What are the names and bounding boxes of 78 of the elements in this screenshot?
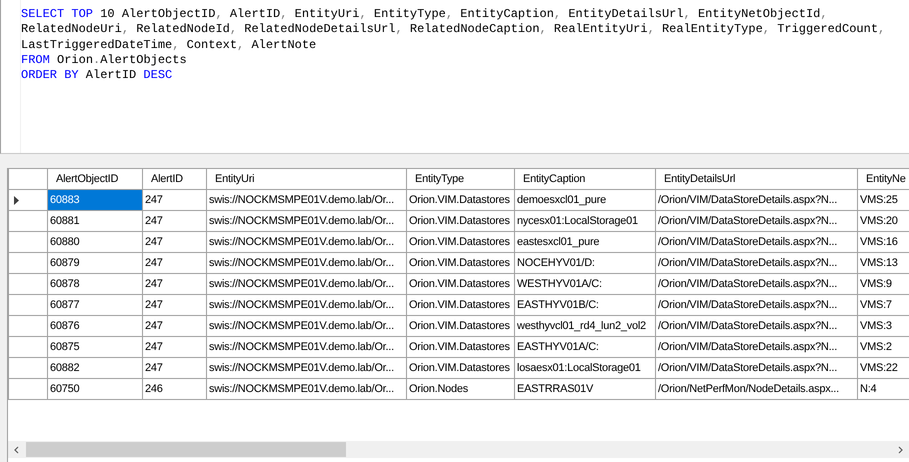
table-cell[interactable]: 247 bbox=[142, 336, 206, 358]
table-cell[interactable]: /Orion/VIM/DataStoreDetails.aspx?N... bbox=[656, 316, 858, 336]
table-cell[interactable]: demoesxcl01_pure bbox=[514, 190, 656, 210]
table-cell[interactable]: Orion.Nodes bbox=[406, 378, 514, 400]
table-cell[interactable]: 60881 bbox=[48, 210, 142, 232]
table-cell[interactable]: NOCEHYV01/D: bbox=[514, 252, 656, 274]
table-cell[interactable]: Orion.VIM.Datastores bbox=[406, 316, 514, 336]
table-cell[interactable]: /Orion/NetPerfMon/NodeDetails.aspx... bbox=[656, 378, 858, 400]
table-cell[interactable]: Orion.VIM.Datastores bbox=[406, 232, 514, 252]
column-header[interactable]: EntityNe bbox=[858, 168, 909, 190]
column-header[interactable]: EntityUri bbox=[206, 168, 406, 190]
scroll-right-icon[interactable] bbox=[896, 446, 904, 454]
table-cell[interactable]: swis://NOCKMSMPE01V.demo.lab/Or... bbox=[206, 336, 406, 358]
table-cell[interactable]: 247 bbox=[142, 316, 206, 336]
table-cell[interactable]: 60878 bbox=[48, 274, 142, 294]
table-cell[interactable]: nycesx01:LocalStorage01 bbox=[514, 210, 656, 232]
table-cell[interactable]: swis://NOCKMSMPE01V.demo.lab/Or... bbox=[206, 316, 406, 336]
table-cell[interactable]: /Orion/VIM/DataStoreDetails.aspx?N... bbox=[656, 190, 858, 210]
table-cell[interactable]: 247 bbox=[142, 358, 206, 378]
table-cell[interactable]: 60882 bbox=[48, 358, 142, 378]
table-cell[interactable]: /Orion/VIM/DataStoreDetails.aspx?N... bbox=[656, 210, 858, 232]
table-cell[interactable]: 60875 bbox=[48, 336, 142, 358]
query-editor[interactable] bbox=[0, 0, 909, 154]
column-header[interactable]: EntityType bbox=[406, 168, 514, 190]
sql-line: SELECT TOP 10 AlertObjectID, AlertID, EntityUri, EntityType, EntityCaption, EntityDetailsUrl, EntityNetObjectId, bbox=[21, 7, 829, 22]
table-cell[interactable]: swis://NOCKMSMPE01V.demo.lab/Or... bbox=[206, 294, 406, 316]
table-cell[interactable]: 247 bbox=[142, 274, 206, 294]
table-cell[interactable]: 60877 bbox=[48, 294, 142, 316]
table-cell[interactable]: /Orion/VIM/DataStoreDetails.aspx?N... bbox=[656, 274, 858, 294]
sql-line: RelatedNodeUri, RelatedNodeId, RelatedNodeDetailsUrl, RelatedNodeCaption, RealEntityUri, RealEntityType, TriggeredCount, bbox=[21, 22, 886, 38]
table-cell[interactable]: 60879 bbox=[48, 252, 142, 274]
table-cell[interactable]: 247 bbox=[142, 232, 206, 252]
table-cell[interactable]: 60883 bbox=[48, 190, 142, 210]
table-cell[interactable]: /Orion/VIM/DataStoreDetails.aspx?N... bbox=[656, 232, 858, 252]
table-cell[interactable]: 247 bbox=[142, 294, 206, 316]
table-cell[interactable]: EASTHYV01A/C: bbox=[514, 336, 656, 358]
table-cell[interactable]: 246 bbox=[142, 378, 206, 400]
table-cell[interactable]: swis://NOCKMSMPE01V.demo.lab/Or... bbox=[206, 252, 406, 274]
column-header[interactable]: AlertObjectID bbox=[48, 168, 142, 190]
table-cell[interactable]: /Orion/VIM/DataStoreDetails.aspx?N... bbox=[656, 336, 858, 358]
column-header[interactable]: AlertID bbox=[142, 168, 206, 190]
table-cell[interactable]: Orion.VIM.Datastores bbox=[406, 252, 514, 274]
table-cell[interactable]: Orion.VIM.Datastores bbox=[406, 336, 514, 358]
table-cell[interactable]: WESTHYV01A/C: bbox=[514, 274, 656, 294]
table-cell[interactable]: Orion.VIM.Datastores bbox=[406, 274, 514, 294]
table-cell[interactable]: swis://NOCKMSMPE01V.demo.lab/Or... bbox=[206, 378, 406, 400]
table-cell[interactable]: Orion.VIM.Datastores bbox=[406, 294, 514, 316]
table-cell[interactable]: westhyvcl01_rd4_lun2_vol2 bbox=[514, 316, 656, 336]
table-cell[interactable]: losaesx01:LocalStorage01 bbox=[514, 358, 656, 378]
sql-line: FROM Orion.AlertObjects bbox=[21, 52, 188, 68]
table-cell[interactable]: swis://NOCKMSMPE01V.demo.lab/Or... bbox=[206, 232, 406, 252]
table-cell[interactable]: /Orion/VIM/DataStoreDetails.aspx?N... bbox=[656, 294, 858, 316]
table-cell[interactable]: 60876 bbox=[48, 316, 142, 336]
scrollbar-thumb[interactable] bbox=[26, 442, 346, 457]
row-header[interactable] bbox=[8, 190, 48, 210]
table-cell[interactable]: swis://NOCKMSMPE01V.demo.lab/Or... bbox=[206, 210, 406, 232]
table-cell[interactable]: swis://NOCKMSMPE01V.demo.lab/Or... bbox=[206, 190, 406, 210]
table-cell[interactable]: 247 bbox=[142, 190, 206, 210]
table-cell[interactable]: 247 bbox=[142, 252, 206, 274]
table-cell[interactable]: swis://NOCKMSMPE01V.demo.lab/Or... bbox=[206, 274, 406, 294]
table-cell[interactable]: Orion.VIM.Datastores bbox=[406, 190, 514, 210]
table-cell[interactable]: 60750 bbox=[48, 378, 142, 400]
table-cell[interactable]: EASTHYV01B/C: bbox=[514, 294, 656, 316]
table-cell[interactable]: /Orion/VIM/DataStoreDetails.aspx?N... bbox=[656, 252, 858, 274]
table-cell[interactable]: 60880 bbox=[48, 232, 142, 252]
column-header[interactable]: EntityCaption bbox=[514, 168, 656, 190]
table-cell[interactable]: Orion.VIM.Datastores bbox=[406, 358, 514, 378]
sql-line: ORDER BY AlertID DESC bbox=[21, 68, 174, 84]
table-cell[interactable]: swis://NOCKMSMPE01V.demo.lab/Or... bbox=[206, 358, 406, 378]
table-cell[interactable]: 247 bbox=[142, 210, 206, 232]
table-cell[interactable]: EASTRRAS01V bbox=[514, 378, 656, 400]
table-cell[interactable]: eastesxcl01_pure bbox=[514, 232, 656, 252]
table-cell[interactable]: Orion.VIM.Datastores bbox=[406, 210, 514, 232]
column-header[interactable]: EntityDetailsUrl bbox=[656, 168, 858, 190]
horizontal-scrollbar[interactable] bbox=[8, 441, 909, 458]
sql-line: LastTriggeredDateTime, Context, AlertNote bbox=[21, 38, 318, 53]
scroll-left-icon[interactable] bbox=[13, 446, 21, 454]
table-cell[interactable]: /Orion/VIM/DataStoreDetails.aspx?N... bbox=[656, 358, 858, 378]
